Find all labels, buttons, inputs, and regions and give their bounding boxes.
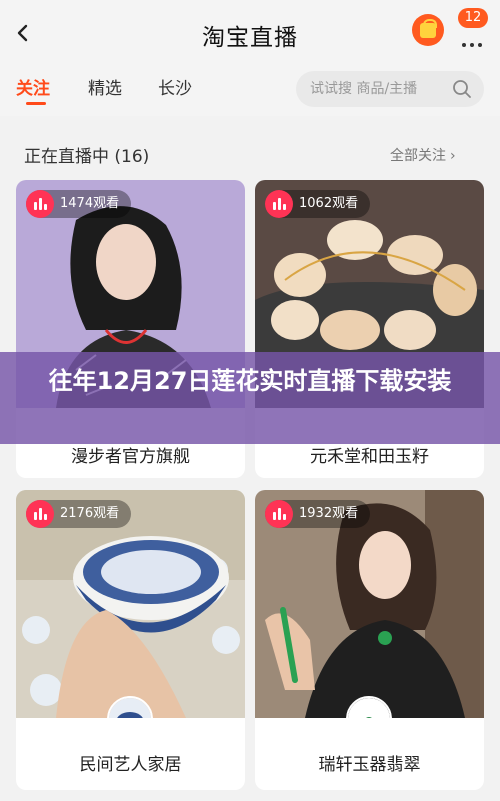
streamer-name: 漫步者官方旗舰 (71, 447, 190, 467)
viewer-count: 1062观看 (299, 196, 359, 211)
viewer-count: 1932观看 (299, 506, 359, 521)
follow-all-button[interactable]: 全部关注 › (390, 145, 456, 165)
section-title: 正在直播中 (16) (24, 147, 150, 167)
viewer-count-pill: 2176观看 (26, 500, 132, 528)
search-placeholder: 试试搜 商品/主播 (310, 81, 418, 97)
tab-following[interactable]: 关注 (16, 74, 50, 99)
tab-bar: 关注 精选 长沙 试试搜 商品/主播 (0, 66, 500, 116)
search-input[interactable]: 试试搜 商品/主播 (296, 71, 484, 107)
follow-all-label: 全部关注 (390, 148, 446, 164)
viewer-count-pill: 1474观看 (26, 190, 132, 218)
card-thumbnail: 1932观看 (255, 490, 484, 718)
notification-badge: 12 (458, 8, 488, 28)
live-card[interactable]: 2176观看 民间艺人家居 (16, 490, 245, 790)
live-bars-icon (26, 190, 54, 218)
live-bars-icon (265, 190, 293, 218)
streamer-name: 民间艺人家居 (79, 755, 182, 775)
title-banner: 往年12月27日莲花实时直播下载安装 (0, 352, 500, 444)
live-card[interactable]: 1932观看 瑞轩玉器翡翠 (255, 490, 484, 790)
viewer-count-pill: 1062观看 (265, 190, 371, 218)
tab-active-indicator (26, 102, 46, 105)
top-bar: 淘宝直播 12 (0, 0, 500, 66)
tab-city[interactable]: 长沙 (158, 74, 192, 99)
card-thumbnail: 2176观看 (16, 490, 245, 718)
live-bars-icon (265, 500, 293, 528)
search-icon[interactable] (452, 79, 472, 99)
viewer-count: 2176观看 (60, 506, 120, 521)
shopping-bag-icon (412, 14, 444, 46)
viewer-count-pill: 1932观看 (265, 500, 371, 528)
shopping-bag-button[interactable] (412, 14, 446, 48)
streamer-name: 瑞轩玉器翡翠 (318, 755, 421, 775)
chevron-right-icon: › (450, 148, 456, 164)
more-dots-icon[interactable] (462, 32, 488, 47)
streamer-name: 元禾堂和田玉籽 (310, 447, 429, 467)
banner-title: 往年12月27日莲花实时直播下载安装 (48, 367, 452, 395)
tab-featured[interactable]: 精选 (88, 74, 122, 99)
viewer-count: 1474观看 (60, 196, 120, 211)
live-bars-icon (26, 500, 54, 528)
